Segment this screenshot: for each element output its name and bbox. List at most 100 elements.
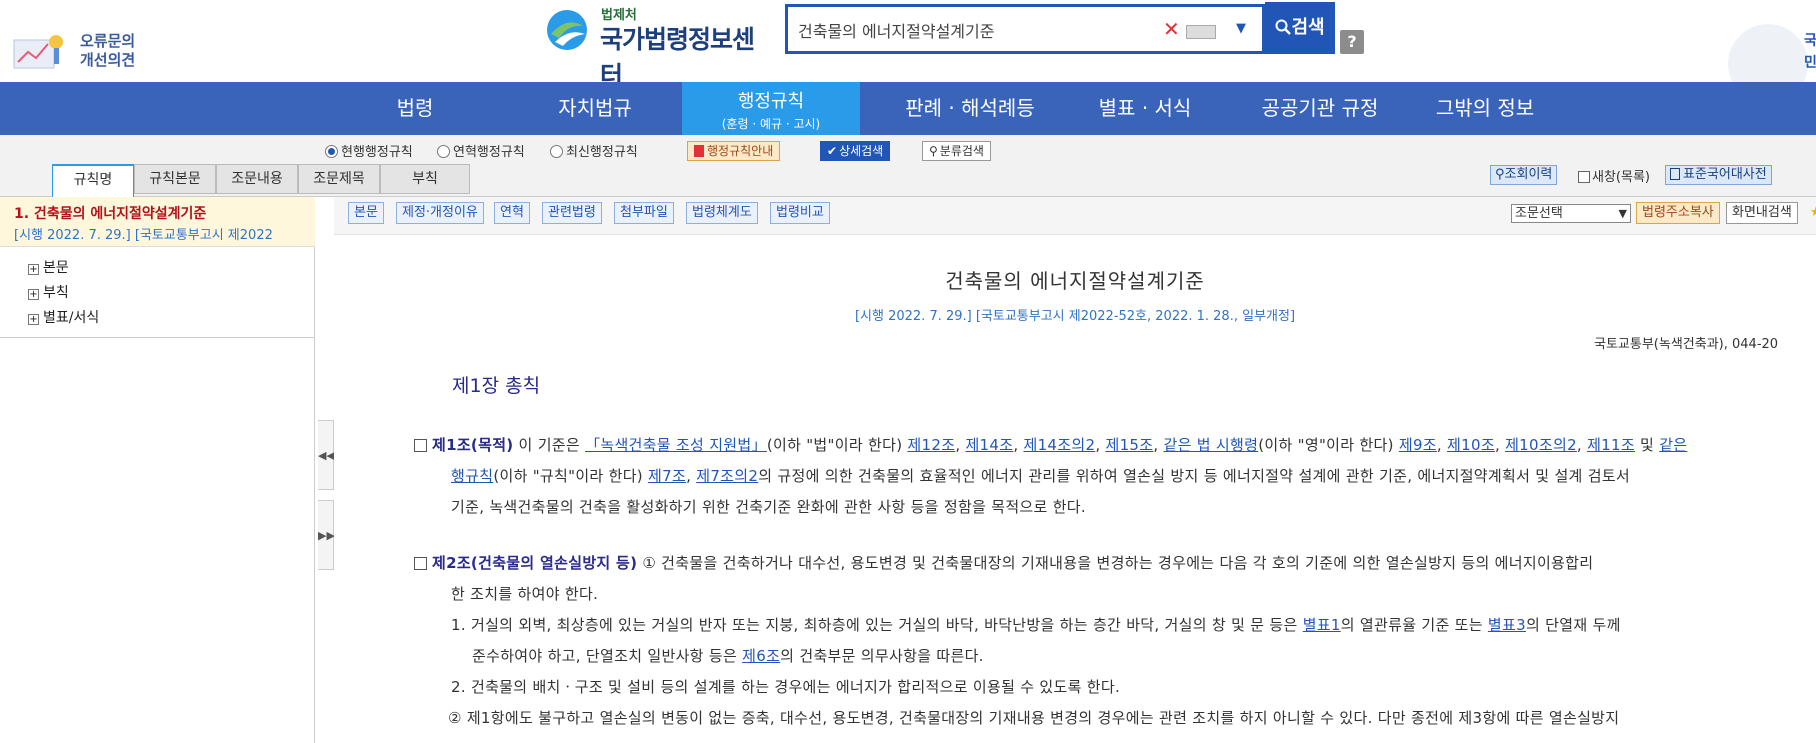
dictionary-icon — [1670, 168, 1680, 180]
brand-logo[interactable]: 법제처 국가법령정보센터 — [545, 4, 770, 90]
btn-revision-reason[interactable]: 제정·개정이유 — [396, 202, 484, 224]
article-2-line2: 한 조치를 하여야 한다. — [451, 585, 599, 603]
btn-related-laws[interactable]: 관련법령 — [542, 202, 602, 224]
document-ministry: 국토교통부(녹색건축과), 044-20 — [1594, 337, 1779, 352]
tree-item-body[interactable]: + 본문 — [28, 257, 69, 277]
admin-rule-guide-button[interactable]: 행정규칙안내 — [687, 141, 781, 161]
btn-law-compare[interactable]: 법령비교 — [770, 202, 830, 224]
view-history-button[interactable]: ⚲조회이력 — [1490, 165, 1558, 185]
find-in-page-button[interactable]: 화면내검색 — [1726, 202, 1798, 224]
nav-precedents[interactable]: 판례 · 해석례등 — [880, 82, 1060, 135]
category-search-icon: ⚲ — [929, 144, 938, 158]
text: 및 — [1634, 436, 1660, 454]
article-link[interactable]: 제10조의2 — [1505, 436, 1577, 454]
tab-article-content[interactable]: 조문내용 — [216, 164, 298, 194]
article-link[interactable]: 제14조의2 — [1023, 436, 1095, 454]
nav-laws[interactable]: 법령 — [340, 82, 490, 135]
article-link[interactable]: 제15조 — [1105, 436, 1153, 454]
expand-left-button[interactable]: ▶▶ — [318, 500, 335, 570]
article-link[interactable]: 제9조 — [1399, 436, 1437, 454]
text: 준수하여야 하고, 단열조치 일반사항 등은 — [472, 647, 743, 665]
article-link[interactable]: 제6조 — [742, 647, 780, 665]
article-checkbox[interactable] — [414, 439, 427, 452]
nav-local-laws[interactable]: 자치법규 — [520, 82, 670, 135]
nav-tables-forms[interactable]: 별표 · 서식 — [1070, 82, 1220, 135]
law-link[interactable]: 행규칙 — [451, 467, 493, 485]
table-link[interactable]: 별표1 — [1303, 616, 1341, 634]
expand-icon[interactable]: + — [28, 264, 39, 275]
expand-icon[interactable]: + — [28, 314, 39, 325]
copy-url-button[interactable]: 법령주소복사 — [1636, 202, 1720, 224]
clear-icon[interactable]: ✕ — [1163, 17, 1180, 41]
expand-icon[interactable]: + — [28, 289, 39, 300]
radio-latest-rules[interactable]: 최신행정규칙 — [550, 141, 638, 160]
article-2-item1: 1. 거실의 외벽, 최상층에 있는 거실의 반자 또는 지붕, 최하층에 있는… — [451, 614, 1621, 635]
keyboard-icon[interactable] — [1186, 25, 1216, 39]
btn-history[interactable]: 연혁 — [494, 202, 530, 224]
error-report-line2: 개선의견 — [80, 51, 136, 69]
search-input[interactable] — [798, 17, 1138, 43]
article-link[interactable]: 제7조 — [648, 467, 686, 485]
error-report-link[interactable]: 오류문의 개선의견 — [10, 24, 140, 74]
result-subtitle: [시행 2022. 7. 29.] [국토교통부고시 제2022 — [14, 228, 273, 243]
text: 이 기준은 — [513, 436, 586, 454]
law-link[interactable]: 같은 법 시행령 — [1164, 436, 1259, 454]
star-icon[interactable]: ★ — [1810, 205, 1816, 220]
nav-admin-rules-label: 행정규칙 — [737, 91, 805, 112]
radio-history-rules[interactable]: 연혁행정규칙 — [437, 141, 525, 160]
tree-item-tables[interactable]: + 별표/서식 — [28, 307, 99, 327]
chevron-down-icon[interactable]: ▼ — [1236, 21, 1246, 36]
article-1-heading[interactable]: 제1조(목적) — [432, 436, 513, 454]
tab-article-title[interactable]: 조문제목 — [298, 164, 380, 194]
result-title[interactable]: 1. 건축물의 에너지절약설계기준 — [14, 203, 206, 223]
help-button[interactable]: ? — [1340, 30, 1364, 54]
detail-search-button[interactable]: ✔ 상세검색 — [820, 141, 891, 161]
dictionary-label: 표준국어대사전 — [1683, 167, 1767, 182]
law-link[interactable]: 같은 — [1659, 436, 1687, 454]
tab-rule-body[interactable]: 규칙본문 — [134, 164, 216, 194]
radio-label: 최신행정규칙 — [566, 145, 638, 160]
article-select[interactable]: 조문선택 ▼ — [1511, 204, 1631, 223]
divider — [0, 337, 315, 338]
tab-rule-name[interactable]: 규칙명 — [52, 164, 134, 197]
right-logo[interactable]: 국 민 — [1728, 24, 1816, 104]
article-2-para2: ② 제1항에도 불구하고 열손실의 변동이 없는 증축, 대수선, 용도변경, … — [448, 709, 1620, 727]
document-enforcement-info: [시행 2022. 7. 29.] [국토교통부고시 제2022-52호, 20… — [854, 309, 1296, 324]
collapse-left-button[interactable]: ◀◀ — [318, 420, 335, 490]
btn-body[interactable]: 본문 — [348, 202, 384, 224]
law-link[interactable]: 「녹색건축물 조성 지원법」 — [585, 436, 767, 454]
tree-label: 부칙 — [43, 285, 69, 301]
article-link[interactable]: 제11조 — [1587, 436, 1635, 454]
nav-other-info[interactable]: 그밖의 정보 — [1410, 82, 1560, 135]
tree-label: 본문 — [43, 260, 69, 276]
error-report-icon — [13, 35, 63, 69]
article-link[interactable]: 제14조 — [965, 436, 1013, 454]
article-2-item1-cont: 준수하여야 하고, 단열조치 일반사항 등은 제6조의 건축부문 의무사항을 따… — [472, 645, 984, 666]
btn-attachments[interactable]: 첨부파일 — [614, 202, 674, 224]
radio-dot — [325, 145, 338, 158]
table-link[interactable]: 별표3 — [1488, 616, 1526, 634]
search-button[interactable]: 검색 — [1265, 2, 1335, 54]
view-history-label: 조회이력 — [1504, 167, 1553, 182]
nav-public-rules[interactable]: 공공기관 규정 — [1235, 82, 1405, 135]
article-checkbox[interactable] — [414, 557, 427, 570]
article-2-heading[interactable]: 제2조(건축물의 열손실방지 등) — [432, 554, 637, 572]
btn-law-system[interactable]: 법령체계도 — [686, 202, 758, 224]
category-search-button[interactable]: ⚲ 분류검색 — [922, 141, 991, 161]
site-header: 오류문의 개선의견 법제처 국가법령정보센터 ✕ ▼ 검색 ? 국 민 — [0, 0, 1816, 104]
dictionary-button[interactable]: 표준국어대사전 — [1665, 165, 1772, 185]
article-link[interactable]: 제12조 — [907, 436, 955, 454]
search-box: ✕ ▼ — [785, 4, 1265, 54]
article-link[interactable]: 제7조의2 — [696, 467, 758, 485]
nav-admin-rules[interactable]: 행정규칙 (훈령 · 예규 · 고시) — [682, 82, 860, 135]
radio-current-rules[interactable]: 현행행정규칙 — [325, 141, 413, 160]
article-link[interactable]: 제10조 — [1447, 436, 1495, 454]
new-window-checkbox[interactable]: 새창(목록) — [1578, 166, 1650, 185]
article-2-line1: 제2조(건축물의 열손실방지 등) ① 건축물을 건축하거나 대수선, 용도변경… — [414, 552, 1593, 573]
tree-item-supplementary[interactable]: + 부칙 — [28, 282, 69, 302]
article-1-line1: 제1조(목적) 이 기준은 「녹색건축물 조성 지원법」(이하 "법"이라 한다… — [414, 434, 1687, 455]
tab-supplementary[interactable]: 부칙 — [380, 164, 470, 194]
tree-label: 별표/서식 — [43, 310, 100, 326]
result-item[interactable]: 1. 건축물의 에너지절약설계기준 [시행 2022. 7. 29.] [국토교… — [0, 197, 315, 247]
text: (이하 "법"이라 한다) — [766, 436, 908, 454]
